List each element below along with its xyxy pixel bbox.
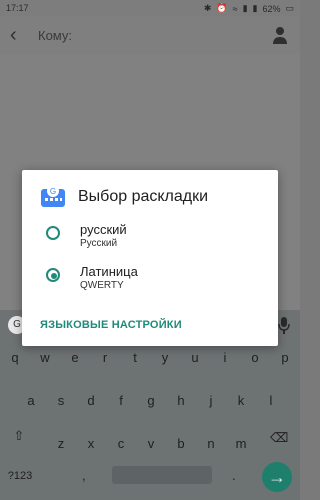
backspace-icon[interactable]: ⌫ xyxy=(270,430,288,446)
key-x[interactable]: x xyxy=(82,436,100,451)
recipient-input[interactable]: Кому: xyxy=(38,28,72,43)
bluetooth-icon: ✱ xyxy=(203,3,212,13)
comma-key[interactable]: , xyxy=(82,468,86,483)
mic-icon[interactable] xyxy=(278,316,290,334)
key-n[interactable]: n xyxy=(202,436,220,451)
alarm-icon: ⏰ xyxy=(216,3,228,13)
key-u[interactable]: u xyxy=(186,350,204,365)
key-s[interactable]: s xyxy=(52,393,70,408)
key-r[interactable]: r xyxy=(96,350,114,365)
signal-icon-2: ▮ xyxy=(252,3,258,13)
signal-icon: ▮ xyxy=(242,3,248,13)
option-title: русский xyxy=(80,222,127,237)
battery-icon: ▭ xyxy=(285,3,294,13)
key-y[interactable]: y xyxy=(156,350,174,365)
key-e[interactable]: e xyxy=(66,350,84,365)
key-z[interactable]: z xyxy=(52,436,70,451)
key-h[interactable]: h xyxy=(172,393,190,408)
status-time: 17:17 xyxy=(6,3,29,13)
wifi-icon: ≈ xyxy=(232,3,238,14)
key-o[interactable]: o xyxy=(246,350,264,365)
key-a[interactable]: a xyxy=(22,393,40,408)
status-bar: 17:17 ✱ ⏰ ≈ ▮ ▮ 62% ▭ xyxy=(0,0,300,16)
symbols-key[interactable]: ?123 xyxy=(6,470,34,482)
radio-latin[interactable] xyxy=(46,268,60,282)
dialog-title: Выбор раскладки xyxy=(78,188,209,205)
app-bar: ‹ Кому: xyxy=(0,16,300,54)
back-arrow-icon[interactable]: ‹ xyxy=(10,24,17,47)
key-t[interactable]: t xyxy=(126,350,144,365)
svg-text:G: G xyxy=(50,187,56,196)
option-subtitle: QWERTY xyxy=(80,280,124,291)
layout-option-latin[interactable]: Латиница QWERTY xyxy=(40,260,270,296)
enter-arrow-icon[interactable]: → xyxy=(262,462,292,492)
battery-percent: 62% xyxy=(262,3,281,14)
key-v[interactable]: v xyxy=(142,436,160,451)
key-j[interactable]: j xyxy=(202,393,220,408)
key-g[interactable]: g xyxy=(142,393,160,408)
shift-icon[interactable]: ⇧ xyxy=(10,428,28,444)
key-k[interactable]: k xyxy=(232,393,250,408)
gboard-icon: G xyxy=(41,185,65,207)
contact-icon[interactable] xyxy=(272,26,288,44)
key-w[interactable]: w xyxy=(36,350,54,365)
key-c[interactable]: c xyxy=(112,436,130,451)
option-subtitle: Русский xyxy=(80,238,118,249)
key-m[interactable]: m xyxy=(232,436,250,451)
key-i[interactable]: i xyxy=(216,350,234,365)
space-key[interactable] xyxy=(112,466,212,484)
language-settings-link[interactable]: ЯЗЫКОВЫЕ НАСТРОЙКИ xyxy=(40,319,182,331)
key-p[interactable]: p xyxy=(276,350,294,365)
status-icons: ✱ ⏰ ≈ ▮ ▮ 62% ▭ xyxy=(204,3,294,14)
key-l[interactable]: l xyxy=(262,393,280,408)
radio-russian[interactable] xyxy=(46,226,60,240)
layout-picker-dialog: G Выбор раскладки русский Русский Латини… xyxy=(22,170,278,346)
key-f[interactable]: f xyxy=(112,393,130,408)
key-b[interactable]: b xyxy=(172,436,190,451)
layout-option-russian[interactable]: русский Русский xyxy=(40,218,270,254)
option-title: Латиница xyxy=(80,264,138,279)
period-key[interactable]: . xyxy=(232,468,236,483)
key-d[interactable]: d xyxy=(82,393,100,408)
key-q[interactable]: q xyxy=(6,350,24,365)
